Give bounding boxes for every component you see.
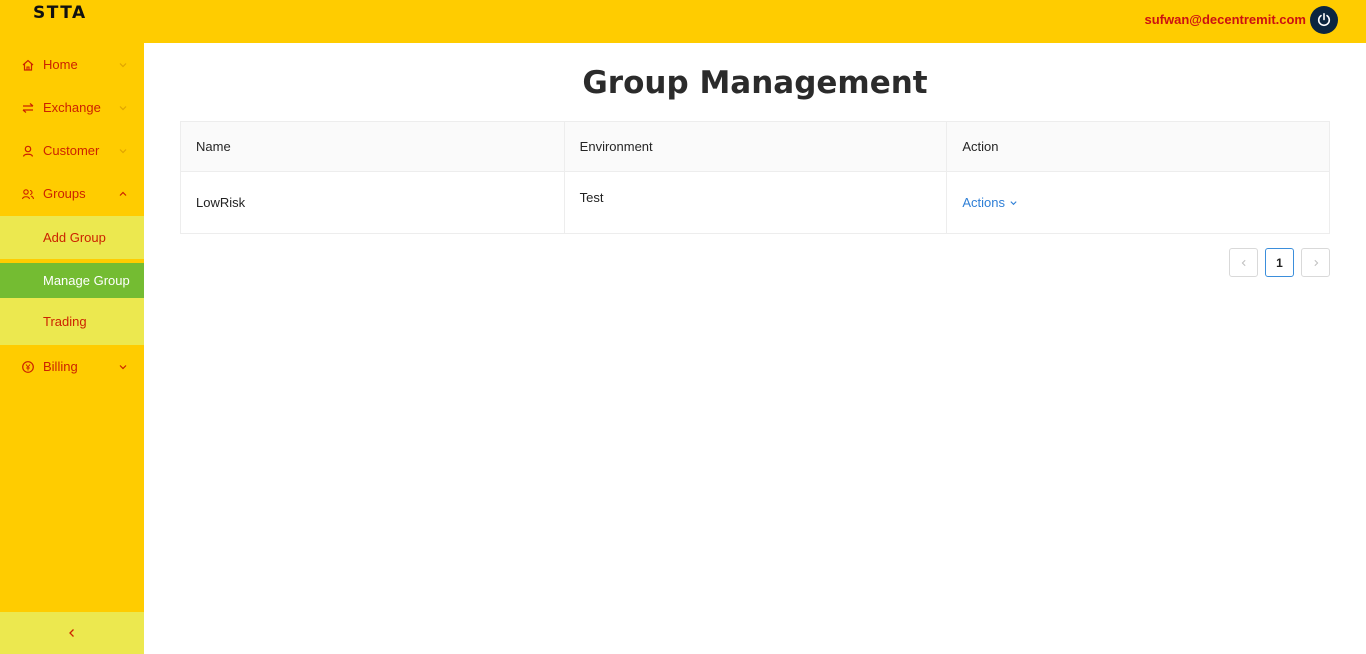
chevron-down-icon (119, 62, 127, 67)
logout-button[interactable] (1310, 6, 1338, 34)
user-email[interactable]: sufwan@decentremit.com (1145, 12, 1307, 27)
chevron-down-icon (1010, 201, 1017, 206)
sidebar-item-label: Customer (43, 143, 100, 158)
sidebar-item-groups[interactable]: Groups (0, 172, 144, 215)
chevron-left-icon (69, 629, 74, 637)
table-header: Name Environment Action (181, 122, 1329, 172)
user-icon (22, 145, 34, 157)
sidebar-item-label: Groups (43, 186, 86, 201)
sidebar-item-label: Billing (43, 359, 78, 374)
column-header-name: Name (196, 139, 231, 154)
sidebar-subitem-label: Manage Group (43, 273, 130, 288)
page-title: Group Management (582, 65, 928, 101)
sidebar-subitem-manage-group[interactable]: Manage Group (0, 263, 144, 298)
groups-table: Name Environment Action LowRisk Test Act… (180, 121, 1330, 234)
sidebar-collapse-button[interactable] (0, 612, 144, 654)
sidebar-item-label: Home (43, 57, 78, 72)
actions-label: Actions (962, 195, 1005, 210)
sidebar-item-customer[interactable]: Customer (0, 129, 144, 172)
sidebar-item-home[interactable]: Home (0, 43, 144, 86)
chevron-up-icon (119, 191, 127, 196)
page-number[interactable]: 1 (1265, 248, 1294, 277)
exchange-icon (22, 102, 34, 113)
column-header-environment: Environment (563, 122, 947, 171)
chevron-down-icon (119, 364, 127, 369)
sidebar: Home Exchange Customer Groups Add Group … (0, 43, 144, 654)
sidebar-subitem-label: Add Group (43, 230, 106, 245)
main-content: Group Management Name Environment Action… (144, 43, 1366, 654)
chevron-right-icon (1313, 259, 1318, 266)
table-row: LowRisk Test Actions (181, 172, 1329, 233)
cell-action: Actions (946, 172, 1329, 233)
sidebar-item-label: Exchange (43, 100, 101, 115)
app-logo: STTA (33, 3, 87, 23)
column-header-action: Action (946, 122, 1329, 171)
sidebar-subitem-label: Trading (43, 314, 87, 329)
sidebar-item-exchange[interactable]: Exchange (0, 86, 144, 129)
cell-name: LowRisk (196, 195, 246, 210)
prev-page-button[interactable] (1229, 248, 1258, 277)
billing-icon (22, 360, 34, 373)
chevron-left-icon (1241, 259, 1246, 266)
chevron-down-icon (119, 148, 127, 153)
power-icon (1317, 12, 1331, 26)
sidebar-subitem-trading[interactable]: Trading (0, 298, 144, 345)
group-icon (21, 188, 35, 199)
cell-environment: Test (563, 172, 947, 233)
next-page-button[interactable] (1301, 248, 1330, 277)
sidebar-item-billing[interactable]: Billing (0, 345, 144, 388)
actions-dropdown[interactable]: Actions (962, 195, 1018, 210)
top-bar: STTA sufwan@decentremit.com (0, 0, 1366, 43)
pagination: 1 (1229, 248, 1330, 277)
sidebar-subitem-add-group[interactable]: Add Group (0, 216, 144, 259)
chevron-down-icon (119, 105, 127, 110)
home-icon (22, 59, 34, 71)
